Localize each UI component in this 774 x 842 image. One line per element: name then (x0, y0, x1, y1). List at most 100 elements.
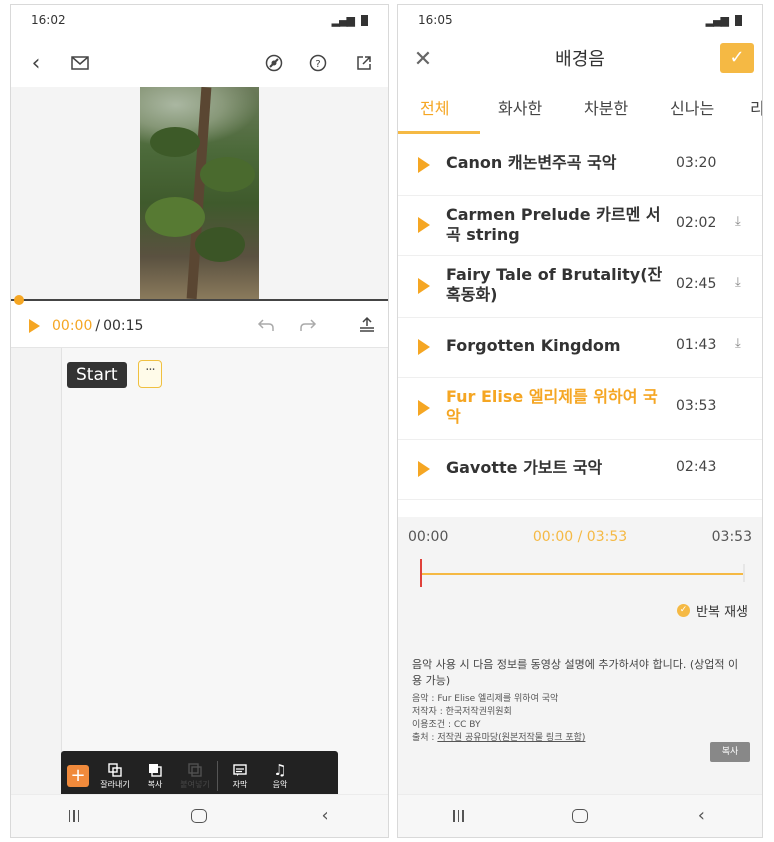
download-icon[interactable]: ⤓ (735, 214, 741, 229)
current-time: 00:00 (52, 318, 93, 334)
play-icon[interactable] (418, 339, 430, 355)
signal-icon: ▂▄▆ (331, 13, 355, 27)
status-bar: 16:02 ▂▄▆ (11, 5, 388, 35)
track-title: Carmen Prelude 카르멘 서곡 string (446, 205, 661, 244)
play-icon[interactable] (418, 217, 430, 233)
home-button[interactable] (560, 809, 600, 823)
range-slider[interactable] (420, 573, 744, 575)
paste-label: 붙여넣기 (180, 780, 210, 789)
track-row[interactable]: Fairy Tale of Brutality(잔혹동화) 02:45 ⤓ (398, 255, 762, 318)
home-icon (191, 809, 208, 823)
svg-text:?: ? (315, 59, 320, 70)
track-row[interactable]: Gavotte 가보트 국악 02:43 (398, 439, 762, 500)
header: ✕ 배경음 ✓ (398, 35, 762, 87)
undo-icon[interactable] (257, 317, 275, 336)
author-credit: 저작자 : 한국저작권위원회 (412, 707, 512, 717)
range-end-handle[interactable] (743, 564, 745, 582)
music-icon: ♫ (273, 761, 287, 779)
play-icon[interactable] (418, 157, 430, 173)
play-icon[interactable] (418, 461, 430, 477)
copy-button[interactable]: 복사 (135, 763, 175, 789)
track-duration: 02:45 (676, 276, 717, 292)
android-nav-bar: ‹ (11, 794, 388, 837)
back-icon: ‹ (697, 805, 705, 826)
recent-apps-icon (68, 810, 80, 822)
source-prefix: 출처 : (412, 733, 438, 743)
tab-calm[interactable]: 차분한 (584, 87, 628, 133)
tab-all[interactable]: 전체 (420, 87, 449, 133)
filter-icon[interactable] (259, 43, 289, 83)
play-icon[interactable] (418, 278, 430, 294)
player-controls: 00:00 / 00:15 (11, 305, 388, 347)
repeat-toggle[interactable]: ✓ 반복 재생 (677, 601, 748, 620)
range-times: 00:00 00:00 / 03:53 03:53 (398, 529, 762, 549)
signal-icon: ▂▄▆ (705, 13, 729, 27)
battery-icon (735, 14, 742, 26)
track-duration: 02:02 (676, 215, 717, 231)
add-button[interactable]: + (67, 765, 89, 787)
range-end-time: 03:53 (711, 529, 752, 545)
tab-bright[interactable]: 화사한 (498, 87, 542, 133)
track-duration: 03:53 (676, 398, 717, 414)
status-icons: ▂▄▆ (706, 14, 742, 27)
download-icon[interactable]: ⤓ (735, 275, 741, 290)
source-link[interactable]: 저작권 공유마당(원본저작물 링크 포함) (437, 733, 585, 743)
paste-icon (188, 763, 202, 777)
right-phone-screen: 16:05 ▂▄▆ ✕ 배경음 ✓ 전체 화사한 차분한 신나는 리듬 Cano… (397, 4, 763, 838)
start-marker[interactable]: Start (67, 362, 127, 388)
mail-icon[interactable] (65, 43, 95, 83)
subtitle-label: 자막 (232, 780, 248, 789)
progress-knob[interactable] (14, 295, 24, 305)
download-icon[interactable]: ⤓ (735, 336, 741, 351)
track-duration: 02:43 (676, 459, 717, 475)
cut-icon (108, 763, 122, 777)
track-title: Fairy Tale of Brutality(잔혹동화) (446, 265, 663, 304)
video-progress-bar[interactable] (11, 299, 388, 301)
check-circle-icon: ✓ (677, 604, 691, 617)
status-time: 16:05 (418, 13, 453, 27)
music-button[interactable]: ♫ 음악 (260, 761, 300, 789)
music-settings-panel: 00:00 00:00 / 03:53 03:53 ✓ 반복 재생 음악 사용 … (398, 517, 762, 795)
copy-button[interactable]: 복사 (710, 742, 750, 762)
active-tab-indicator (398, 131, 480, 134)
track-row[interactable]: Forgotten Kingdom 01:43 ⤓ (398, 317, 762, 378)
question-circle-icon[interactable]: ? (303, 43, 333, 83)
status-bar: 16:05 ▂▄▆ (398, 5, 762, 35)
recent-apps-button[interactable] (54, 810, 94, 822)
track-row[interactable]: Canon 캐논변주곡 국악 03:20 (398, 135, 762, 196)
subtitle-button[interactable]: 자막 (220, 763, 260, 789)
track-row-selected[interactable]: Fur Elise 엘리제를 위하여 국악 03:53 (398, 377, 762, 440)
tab-rhythm[interactable]: 리듬 (750, 87, 762, 133)
home-button[interactable] (179, 809, 219, 823)
back-button[interactable]: ‹ (305, 807, 345, 825)
track-duration: 01:43 (676, 337, 717, 353)
play-icon[interactable] (418, 400, 430, 416)
paste-button[interactable]: 붙여넣기 (175, 763, 215, 789)
home-icon (571, 809, 588, 823)
license-terms: 이용조건 : CC BY (412, 720, 481, 730)
tab-exciting[interactable]: 신나는 (670, 87, 714, 133)
range-start-handle[interactable] (420, 559, 422, 587)
recent-apps-button[interactable] (439, 810, 479, 822)
track-title: Forgotten Kingdom (446, 336, 621, 355)
export-icon[interactable] (359, 316, 375, 336)
track-duration: 03:20 (676, 155, 717, 171)
back-button[interactable]: ‹ (681, 807, 721, 825)
range-current-time: 00:00 / 03:53 (532, 529, 628, 545)
cut-button[interactable]: 잘라내기 (95, 763, 135, 789)
redo-icon[interactable] (299, 317, 317, 336)
back-icon: ‹ (321, 805, 329, 826)
cut-label: 잘라내기 (100, 780, 130, 789)
confirm-button[interactable]: ✓ (720, 43, 754, 73)
repeat-label: 반복 재생 (696, 605, 748, 620)
play-icon[interactable] (29, 319, 40, 333)
more-options-button[interactable]: ··· (138, 360, 162, 388)
video-preview-area (11, 87, 388, 299)
track-row[interactable]: Carmen Prelude 카르멘 서곡 string 02:02 ⤓ (398, 195, 762, 256)
toolbar-separator (217, 761, 218, 791)
chevron-left-icon[interactable]: ‹ (21, 43, 51, 83)
status-time: 16:02 (31, 13, 66, 27)
open-external-icon[interactable] (349, 43, 379, 83)
timeline-area[interactable]: Start ··· (11, 348, 388, 795)
video-frame[interactable] (140, 87, 259, 299)
